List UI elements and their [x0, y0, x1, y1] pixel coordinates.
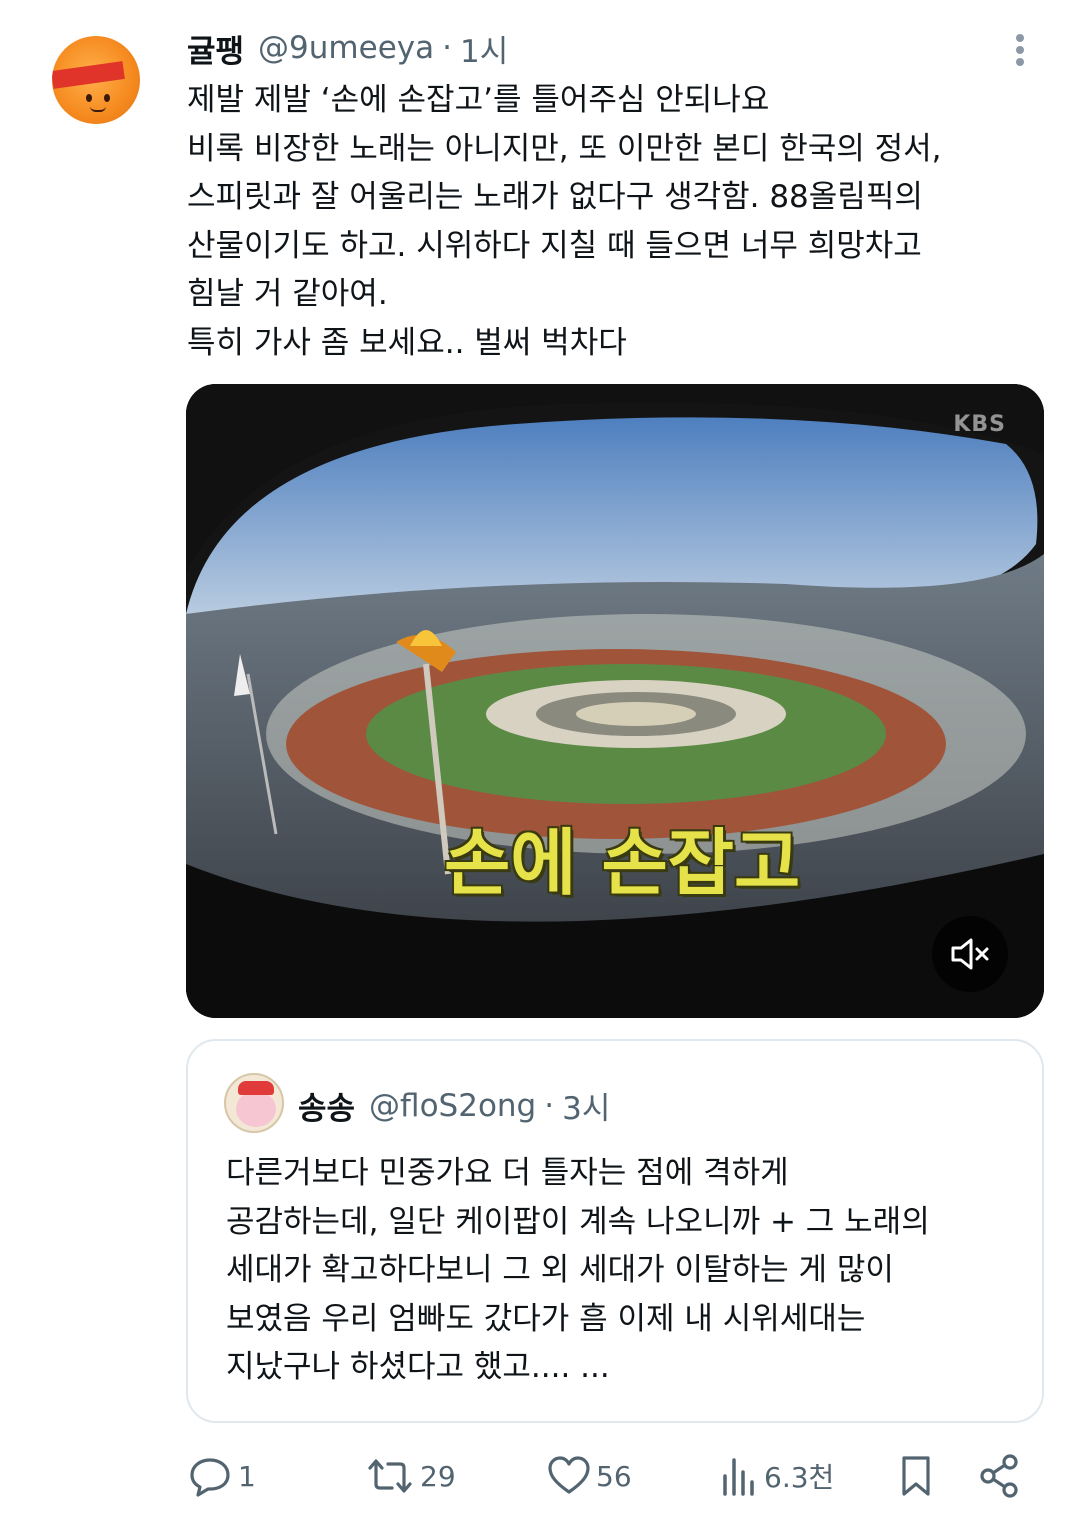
separator-dot: · — [544, 1087, 555, 1124]
tweet-text-line: 스피릿과 잘 어울리는 노래가 없다구 생각함. 88올림픽의 — [187, 179, 923, 215]
bookmark-icon — [902, 1456, 930, 1496]
author-handle[interactable]: @9umeeya — [258, 30, 434, 66]
more-options-icon[interactable] — [1004, 30, 1036, 70]
avatar-eye — [104, 94, 110, 102]
reply-button[interactable]: 1 — [188, 1454, 256, 1498]
share-button[interactable] — [978, 1454, 1022, 1498]
tweet-text-line: 특히 가사 좀 보세요.. 벌써 벅차다 — [187, 324, 627, 361]
quoted-time: 3시 — [562, 1091, 611, 1127]
stadium-video-frame — [186, 384, 1044, 1018]
retweet-button[interactable]: 29 — [364, 1454, 456, 1498]
reply-icon — [190, 1458, 230, 1497]
action-bar: 1 29 56 6.3천 — [188, 1446, 1038, 1516]
avatar-mouth — [90, 106, 106, 112]
avatar-face — [236, 1091, 276, 1127]
quoted-text-line: 보였음 우리 엄빠도 갔다가 흠 이제 내 시위세대는 — [226, 1300, 866, 1337]
heart-icon — [548, 1456, 590, 1494]
quoted-author-handle: @floS2ong — [369, 1087, 537, 1124]
avatar-eye — [86, 94, 92, 102]
quoted-author-name: 송송 — [298, 1091, 356, 1127]
quoted-text-line: 지났구나 하셨다고 했고.... ... — [226, 1349, 610, 1385]
video-caption: 손에 손잡고 — [444, 821, 801, 905]
tweet-text: 제발 제발 ‘손에 손잡고’를 틀어주심 안되나요 비록 비장한 노래는 아니지… — [187, 76, 1037, 367]
tweet-text-line: 비록 비장한 노래는 아니지만, 또 이만한 본디 한국의 정서, — [187, 130, 942, 167]
separator-dot: · — [442, 30, 452, 66]
like-button[interactable]: 56 — [546, 1454, 632, 1498]
reply-count: 1 — [238, 1459, 256, 1493]
share-icon — [980, 1454, 1018, 1498]
author-avatar[interactable] — [52, 36, 140, 124]
retweet-icon — [368, 1459, 412, 1493]
avatar-headband — [52, 61, 125, 89]
bookmark-button[interactable] — [894, 1454, 938, 1498]
views-chart-icon — [723, 1458, 754, 1496]
retweet-count: 29 — [420, 1459, 456, 1493]
quoted-tweet[interactable]: 송송 @floS2ong · 3시 다른거보다 민중가요 더 틀자는 점에 격하… — [186, 1039, 1044, 1423]
speaker-muted-icon[interactable] — [932, 916, 1008, 992]
tweet-header: 귤팽 @9umeeya · 1시 — [187, 26, 508, 71]
quoted-text-line: 다른거보다 민중가요 더 틀자는 점에 격하게 — [226, 1155, 789, 1191]
like-count: 56 — [596, 1459, 632, 1493]
kbs-watermark: KBS — [953, 412, 1006, 437]
video-player[interactable]: KBS 손에 손잡고 — [186, 384, 1044, 1018]
views-count: 6.3천 — [764, 1461, 835, 1494]
quoted-author-avatar — [224, 1073, 284, 1133]
quoted-text-line: 공감하는데, 일단 케이팝이 계속 나오니까 + 그 노래의 — [226, 1203, 930, 1240]
quoted-text-line: 세대가 확고하다보니 그 외 세대가 이탈하는 게 많이 — [226, 1252, 894, 1288]
quoted-text: 다른거보다 민중가요 더 틀자는 점에 격하게 공감하는데, 일단 케이팝이 계… — [226, 1149, 1016, 1392]
avatar-hat — [238, 1081, 274, 1095]
author-name[interactable]: 귤팽 — [187, 26, 244, 71]
tweet-text-line: 힘날 거 같아여. — [187, 276, 388, 312]
tweet-text-line: 제발 제발 ‘손에 손잡고’를 틀어주심 안되나요 — [187, 82, 770, 118]
tweet-text-line: 산물이기도 하고. 시위하다 지칠 때 들으면 너무 희망차고 — [187, 227, 922, 264]
views-button[interactable]: 6.3천 — [718, 1454, 834, 1498]
tweet-time[interactable]: 1시 — [460, 26, 508, 71]
quoted-header: 송송 @floS2ong · 3시 — [298, 1083, 610, 1128]
